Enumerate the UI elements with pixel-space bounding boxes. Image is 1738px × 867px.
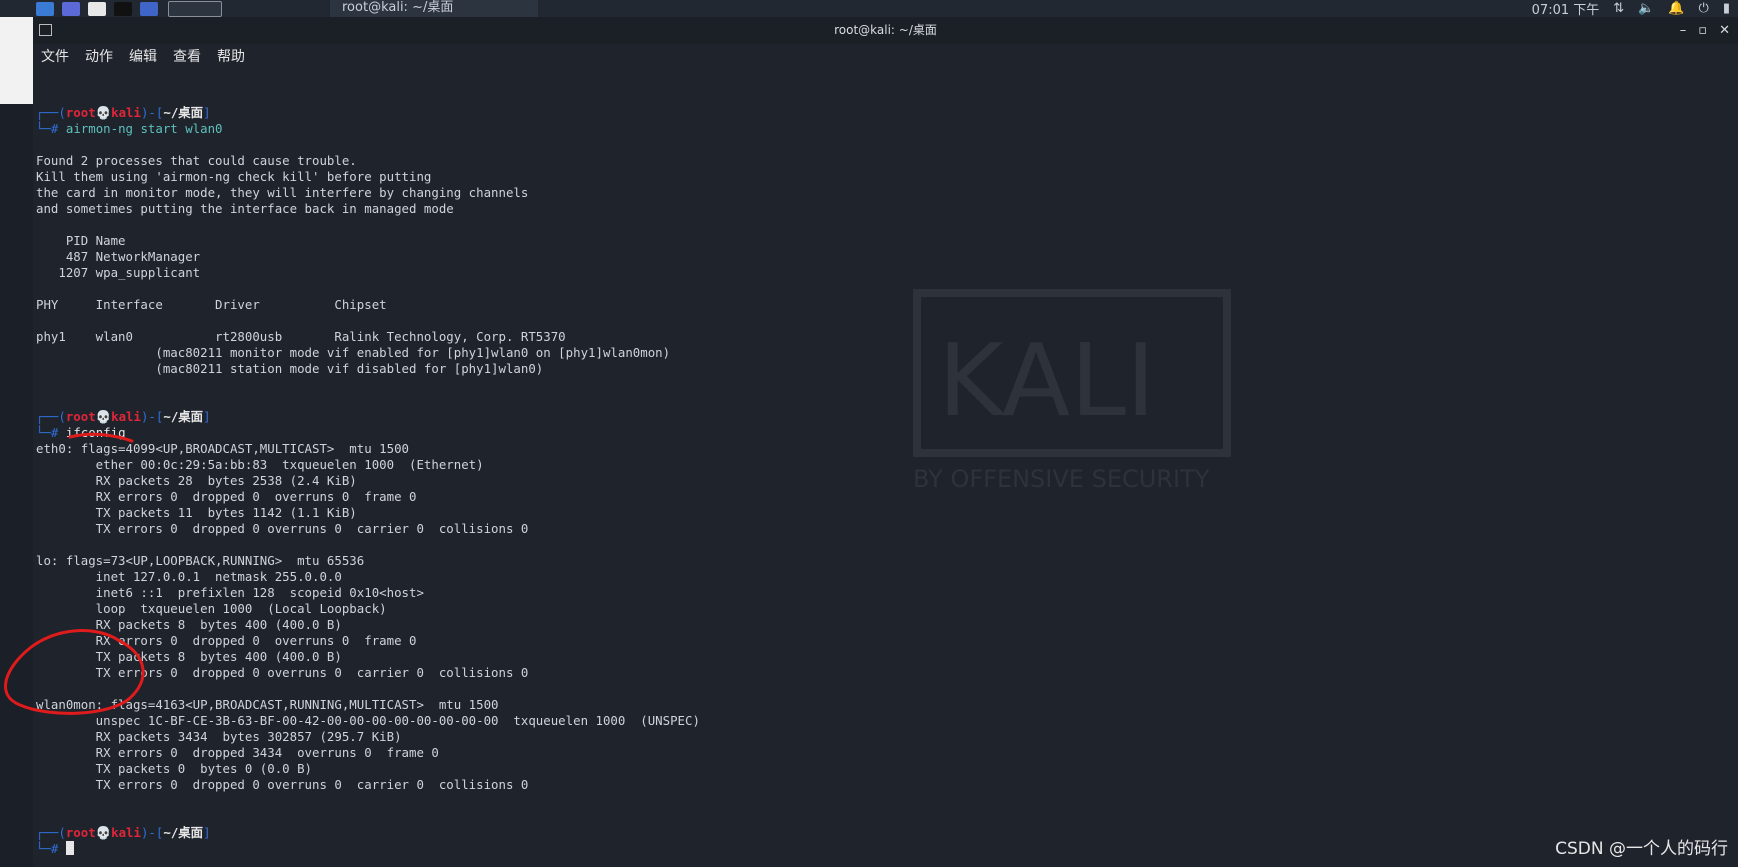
output-line: RX errors 0 dropped 3434 overruns 0 fram… [36,745,439,760]
output-line: and sometimes putting the interface back… [36,201,454,216]
output-line: wlan0mon: flags=4163<UP,BROADCAST,RUNNIN… [36,697,499,712]
menu-help[interactable]: 帮助 [217,44,245,70]
csdn-watermark: CSDN @一个人的码行 [1555,839,1728,859]
prompt-line: ┌──(root💀kali)-[~/桌面] [36,825,211,840]
workspace-switcher[interactable] [168,0,222,17]
command-line: └─# airmon-ng start wlan0 [36,121,223,136]
output-line: eth0: flags=4099<UP,BROADCAST,MULTICAST>… [36,441,409,456]
output-line: loop txqueuelen 1000 (Local Loopback) [36,601,387,616]
output-line: TX errors 0 dropped 0 overruns 0 carrier… [36,521,529,536]
command-line[interactable]: └─# [36,841,1738,857]
prompt-line: ┌──(root💀kali)-[~/桌面] [36,409,211,424]
terminal-output[interactable]: ┌──(root💀kali)-[~/桌面] └─# airmon-ng star… [36,105,1738,867]
menu-bar: 文件 动作 编辑 查看 帮助 [33,44,1738,70]
output-line: phy1 wlan0 rt2800usb Ralink Technology, … [36,329,566,344]
output-line: RX packets 3434 bytes 302857 (295.7 KiB) [36,729,402,744]
output-line: RX errors 0 dropped 0 overruns 0 frame 0 [36,633,417,648]
output-line: TX errors 0 dropped 0 overruns 0 carrier… [36,777,529,792]
menu-action[interactable]: 动作 [85,44,113,70]
output-line: 1207 wpa_supplicant [36,265,201,280]
ifconfig-output: eth0: flags=4099<UP,BROADCAST,MULTICAST>… [36,441,1738,825]
kali-menu-icon[interactable] [36,1,54,16]
output-line: RX packets 8 bytes 400 (400.0 B) [36,617,342,632]
output-line: ether 00:0c:29:5a:bb:83 txqueuelen 1000 … [36,457,484,472]
maximize-icon[interactable]: ▫ [1698,17,1707,44]
browser-icon[interactable] [140,1,158,16]
output-line: Found 2 processes that could cause troub… [36,153,357,168]
output-line: 487 NetworkManager [36,249,201,264]
output-line: Kill them using 'airmon-ng check kill' b… [36,169,432,184]
menu-edit[interactable]: 编辑 [129,44,157,70]
output-line: PHY Interface Driver Chipset [36,297,387,312]
output-line: unspec 1C-BF-CE-3B-63-BF-00-42-00-00-00-… [36,713,700,728]
close-icon[interactable]: ✕ [1719,17,1730,44]
output-line: TX errors 0 dropped 0 overruns 0 carrier… [36,665,529,680]
output-line: TX packets 0 bytes 0 (0.0 B) [36,761,313,776]
lock-icon[interactable]: ▮ [1723,1,1730,16]
output-line: RX errors 0 dropped 0 overruns 0 frame 0 [36,489,417,504]
network-icon[interactable]: ⇅ [1613,1,1624,16]
output-line: inet 127.0.0.1 netmask 255.0.0.0 [36,569,342,584]
window-title: root@kali: ~/桌面 [834,23,937,37]
skull-icon: 💀 [95,825,112,840]
terminal-launcher-icon[interactable] [114,1,132,16]
prompt-line: ┌──(root💀kali)-[~/桌面] [36,105,211,120]
desktop-background [0,17,33,104]
output-line: (mac80211 station mode vif disabled for … [36,361,544,376]
window-menu-icon[interactable] [39,24,52,36]
skull-icon: 💀 [95,105,112,120]
output-line: TX packets 8 bytes 400 (400.0 B) [36,649,342,664]
output-line: TX packets 11 bytes 1142 (1.1 KiB) [36,505,357,520]
minimize-icon[interactable]: – [1680,17,1687,44]
terminal-window: root@kali: ~/桌面 – ▫ ✕ 文件 动作 编辑 查看 帮助 KAL… [33,17,1738,867]
output-line: the card in monitor mode, they will inte… [36,185,529,200]
file-manager-icon[interactable] [88,1,106,16]
taskbar: root@kali: ~/桌面 07:01 下午 ⇅ 🔈 🔔 ⏻ ▮ [0,0,1738,18]
output-line: inet6 ::1 prefixlen 128 scopeid 0x10<hos… [36,585,424,600]
output-line: lo: flags=73<UP,LOOPBACK,RUNNING> mtu 65… [36,553,365,568]
airmon-output: Found 2 processes that could cause troub… [36,153,1738,409]
taskbar-window-button[interactable]: root@kali: ~/桌面 [330,0,538,17]
command-line: └─# ifconfig [36,425,126,440]
workspace-icon[interactable] [62,1,80,16]
text-cursor [65,841,74,855]
power-icon[interactable]: ⏻ [1699,1,1709,16]
output-line: RX packets 28 bytes 2538 (2.4 KiB) [36,473,357,488]
volume-icon[interactable]: 🔈 [1638,1,1654,16]
menu-file[interactable]: 文件 [41,44,69,70]
notification-icon[interactable]: 🔔 [1668,1,1684,16]
output-line: (mac80211 monitor mode vif enabled for [… [36,345,671,360]
skull-icon: 💀 [95,409,112,424]
menu-view[interactable]: 查看 [173,44,201,70]
clock: 07:01 下午 [1531,3,1600,18]
output-line: PID Name [36,233,126,248]
window-titlebar: root@kali: ~/桌面 – ▫ ✕ [33,17,1738,44]
